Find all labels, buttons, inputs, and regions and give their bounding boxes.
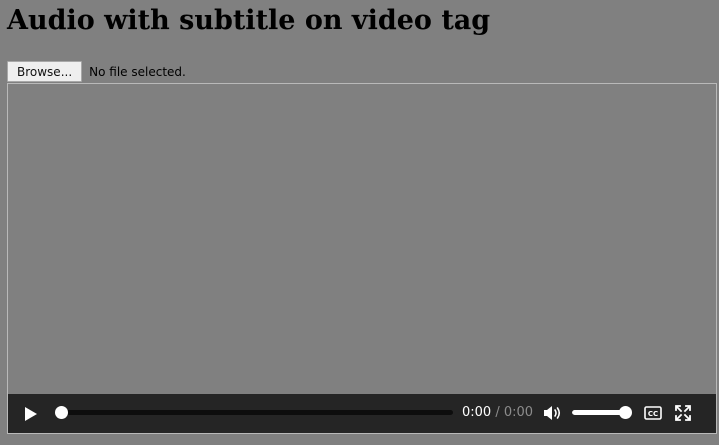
page-title: Audio with subtitle on video tag (7, 5, 491, 36)
time-current: 0:00 (462, 405, 492, 420)
browse-button[interactable]: Browse... (7, 61, 83, 82)
seek-thumb[interactable] (55, 406, 68, 419)
file-status-label: No file selected. (89, 64, 186, 79)
mute-button[interactable] (543, 404, 563, 422)
closed-captions-icon: CC (644, 406, 662, 420)
volume-thumb[interactable] (619, 406, 632, 419)
captions-button[interactable]: CC (643, 405, 663, 421)
video-player[interactable]: 0:00 / 0:00 CC (7, 83, 717, 434)
video-display[interactable] (8, 84, 716, 394)
play-button[interactable] (20, 404, 42, 424)
speaker-icon (544, 406, 561, 420)
fullscreen-icon (675, 405, 691, 421)
fullscreen-button[interactable] (674, 404, 692, 422)
file-input[interactable]: Browse... No file selected. (7, 61, 186, 82)
time-display: 0:00 / 0:00 (462, 405, 533, 421)
seek-bar[interactable] (61, 410, 453, 415)
time-separator: / (495, 405, 500, 420)
captions-label: CC (648, 410, 658, 418)
video-controls-bar: 0:00 / 0:00 CC (8, 394, 716, 433)
play-icon (25, 407, 37, 421)
time-duration: 0:00 (503, 405, 534, 420)
